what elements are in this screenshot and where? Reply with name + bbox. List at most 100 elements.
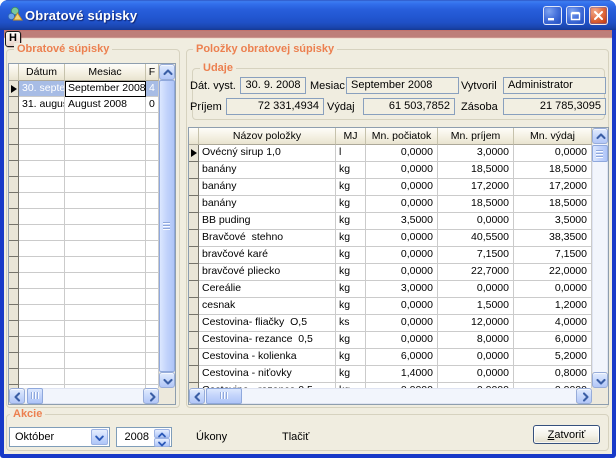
grid-cell[interactable] xyxy=(65,321,146,337)
grid-cell[interactable]: kg xyxy=(336,196,366,213)
grid-cell[interactable]: banány xyxy=(199,179,336,196)
grid-cell[interactable]: 22,7000 xyxy=(438,264,514,281)
zasoba-field[interactable]: 21 785,3095 xyxy=(503,98,606,115)
grid-cell[interactable]: l xyxy=(336,145,366,162)
grid-cell[interactable]: 31. augus xyxy=(19,97,65,113)
grid-cell[interactable]: 0,8000 xyxy=(514,366,592,383)
grid-cell[interactable]: 18,5000 xyxy=(438,162,514,179)
polozky-vscrollbar-track[interactable] xyxy=(592,144,608,372)
grid-cell[interactable] xyxy=(19,129,65,145)
grid-cell[interactable]: Cestovina - kolienka xyxy=(199,349,336,366)
grid-cell[interactable]: 0,0000 xyxy=(366,162,438,179)
mesiac-field[interactable]: September 2008 xyxy=(346,77,459,94)
grid-cell[interactable]: 0,0000 xyxy=(366,264,438,281)
prijem-field[interactable]: 72 331,4934 xyxy=(226,98,324,115)
grid-cell[interactable]: 0,0000 xyxy=(438,281,514,298)
supisky-vscrollbar-down-button[interactable] xyxy=(159,372,175,388)
grid-cell[interactable] xyxy=(146,337,159,353)
grid-cell[interactable]: 0,0000 xyxy=(366,315,438,332)
grid-cell[interactable] xyxy=(65,193,146,209)
grid-cell[interactable] xyxy=(19,177,65,193)
grid-cell[interactable] xyxy=(65,113,146,129)
grid-cell[interactable]: Cestovina- rezance 0,5 xyxy=(199,332,336,349)
grid-cell[interactable] xyxy=(65,353,146,369)
grid-cell[interactable] xyxy=(146,129,159,145)
polozky-hscrollbar-left-button[interactable] xyxy=(189,388,205,404)
grid-cell[interactable] xyxy=(19,353,65,369)
grid-cell[interactable] xyxy=(65,305,146,321)
polozky-vscrollbar-down-button[interactable] xyxy=(592,372,608,388)
grid-corner-header[interactable] xyxy=(189,128,199,145)
grid-cell[interactable] xyxy=(146,289,159,305)
spinner-down-button[interactable] xyxy=(154,438,170,447)
grid-cell[interactable]: 0,0000 xyxy=(514,281,592,298)
grid-cell[interactable]: 6,0000 xyxy=(366,349,438,366)
grid-cell[interactable] xyxy=(19,145,65,161)
grid-cell[interactable] xyxy=(146,321,159,337)
grid-cell[interactable] xyxy=(19,225,65,241)
grid-cell[interactable]: 0,0000 xyxy=(366,179,438,196)
grid-cell[interactable] xyxy=(65,241,146,257)
grid-cell[interactable] xyxy=(65,337,146,353)
minimize-button[interactable] xyxy=(543,6,562,25)
grid-cell[interactable] xyxy=(65,257,146,273)
column-header[interactable]: Mesiac xyxy=(65,64,146,81)
grid-cell[interactable]: 5,2000 xyxy=(514,349,592,366)
grid-cell[interactable] xyxy=(19,273,65,289)
vydaj-field[interactable]: 61 503,7852 xyxy=(363,98,455,115)
grid-cell[interactable]: 0,0000 xyxy=(366,145,438,162)
dat-vyst-field[interactable]: 30. 9. 2008 xyxy=(240,77,306,94)
grid-cell[interactable] xyxy=(19,337,65,353)
vytvoril-field[interactable]: Administrator xyxy=(503,77,606,94)
grid-cell[interactable] xyxy=(65,273,146,289)
maximize-button[interactable] xyxy=(566,6,585,25)
grid-cell[interactable]: kg xyxy=(336,281,366,298)
polozky-grid[interactable]: Názov položkyMJMn. počiatokMn. príjemMn.… xyxy=(188,127,609,405)
grid-cell[interactable] xyxy=(19,193,65,209)
grid-cell[interactable]: cesnak xyxy=(199,298,336,315)
column-header[interactable]: Mn. príjem xyxy=(438,128,514,145)
grid-cell[interactable] xyxy=(146,161,159,177)
grid-cell[interactable]: kg xyxy=(336,247,366,264)
grid-cell[interactable]: 7,1500 xyxy=(514,247,592,264)
grid-cell[interactable]: kg xyxy=(336,332,366,349)
grid-cell[interactable] xyxy=(19,161,65,177)
grid-cell[interactable] xyxy=(65,129,146,145)
grid-cell[interactable]: Ovécný sirup 1,0 xyxy=(199,145,336,162)
grid-cell[interactable]: kg xyxy=(336,366,366,383)
grid-cell[interactable]: 4,0000 xyxy=(514,315,592,332)
grid-cell[interactable] xyxy=(65,145,146,161)
grid-cell[interactable]: 0,0000 xyxy=(438,213,514,230)
column-header[interactable]: Mn. počiatok xyxy=(366,128,438,145)
grid-cell[interactable]: bravčové karé xyxy=(199,247,336,264)
grid-cell[interactable] xyxy=(146,353,159,369)
grid-cell[interactable]: 1,2000 xyxy=(514,298,592,315)
grid-cell[interactable] xyxy=(146,369,159,385)
grid-cell[interactable]: August 2008 xyxy=(65,97,146,113)
supisky-hscrollbar-left-button[interactable] xyxy=(9,388,25,404)
grid-cell[interactable] xyxy=(65,177,146,193)
grid-cell[interactable]: 0,0000 xyxy=(514,145,592,162)
grid-cell[interactable] xyxy=(146,209,159,225)
grid-cell[interactable] xyxy=(19,369,65,385)
grid-cell[interactable]: 38,3500 xyxy=(514,230,592,247)
close-button[interactable] xyxy=(589,6,608,25)
grid-cell[interactable] xyxy=(146,193,159,209)
grid-cell[interactable]: Cereálie xyxy=(199,281,336,298)
grid-cell[interactable]: 0,0000 xyxy=(366,247,438,264)
grid-cell[interactable]: 40,5500 xyxy=(438,230,514,247)
grid-cell[interactable]: 3,0000 xyxy=(366,281,438,298)
year-spinner[interactable]: 2008 xyxy=(116,427,172,447)
grid-cell[interactable]: 18,5000 xyxy=(438,196,514,213)
column-header[interactable]: Dátum xyxy=(19,64,65,81)
grid-cell[interactable] xyxy=(146,113,159,129)
month-combobox[interactable]: Október xyxy=(9,427,110,447)
grid-cell[interactable]: Cestovina- fliačky O,5 xyxy=(199,315,336,332)
spinner-up-button[interactable] xyxy=(154,429,170,438)
grid-cell[interactable] xyxy=(146,305,159,321)
zatvorit-button[interactable]: Zatvoriť xyxy=(533,425,600,444)
grid-cell[interactable]: 0,0000 xyxy=(438,366,514,383)
grid-cell[interactable]: kg xyxy=(336,179,366,196)
grid-cell[interactable]: Cestovina - niťovky xyxy=(199,366,336,383)
grid-cell[interactable]: 0,0000 xyxy=(366,298,438,315)
